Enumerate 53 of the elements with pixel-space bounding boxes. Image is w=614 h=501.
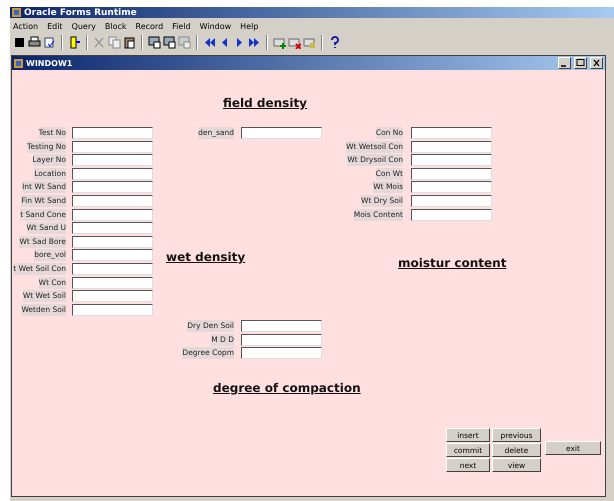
window-icon: [14, 58, 23, 68]
input-field[interactable]: [72, 208, 153, 221]
menu-item[interactable]: Action: [13, 22, 38, 30]
input-field[interactable]: [72, 140, 153, 153]
menu-item[interactable]: Field: [172, 22, 191, 30]
section-heading: moistur content: [398, 256, 506, 270]
document-check-icon[interactable]: [43, 36, 56, 49]
last-record-icon[interactable]: [248, 36, 261, 49]
input-field[interactable]: [72, 236, 153, 248]
menu-item[interactable]: Block: [104, 22, 127, 30]
menu-item[interactable]: Record: [136, 22, 164, 30]
input-field[interactable]: [72, 304, 153, 316]
exit-door-icon[interactable]: [68, 36, 81, 49]
input-field[interactable]: [72, 168, 153, 180]
minimize-button[interactable]: [558, 57, 571, 69]
insert-record-icon[interactable]: [273, 36, 286, 49]
input-field[interactable]: [72, 154, 153, 166]
input-field[interactable]: [72, 262, 153, 275]
input-field[interactable]: [241, 320, 322, 332]
input-field[interactable]: [241, 334, 322, 346]
input-field[interactable]: [72, 290, 153, 302]
help-icon[interactable]: [328, 36, 341, 49]
section-heading: wet density: [166, 250, 246, 264]
input-field[interactable]: [72, 127, 153, 139]
input-field[interactable]: [72, 276, 153, 289]
menu-item[interactable]: Edit: [47, 22, 63, 30]
printer-icon[interactable]: [28, 36, 41, 49]
input-field[interactable]: [72, 249, 153, 262]
input-field[interactable]: [411, 194, 492, 207]
input-field[interactable]: [411, 140, 492, 153]
section-heading: degree of compaction: [213, 381, 361, 395]
menu-item[interactable]: Query: [72, 22, 96, 30]
input-field[interactable]: [411, 168, 492, 180]
close-button[interactable]: [590, 57, 603, 69]
input-field[interactable]: [411, 154, 492, 166]
menu-item[interactable]: Help: [240, 22, 258, 30]
window-title: WINDOW1: [26, 58, 74, 68]
delete-record-icon[interactable]: [288, 36, 301, 49]
input-field[interactable]: [411, 127, 492, 139]
input-field[interactable]: [72, 194, 153, 207]
maximize-button[interactable]: [574, 57, 587, 69]
first-record-icon[interactable]: [203, 36, 216, 49]
input-field[interactable]: [72, 181, 153, 194]
input-field[interactable]: [411, 208, 492, 221]
app-icon: [12, 8, 21, 17]
clipboard-icon[interactable]: [123, 36, 136, 49]
section-heading: field density: [223, 96, 307, 110]
input-field[interactable]: [241, 127, 322, 139]
app-title: Oracle Forms Runtime: [24, 8, 137, 18]
input-field[interactable]: [72, 222, 153, 234]
menu-item[interactable]: Window: [200, 22, 232, 30]
input-field[interactable]: [411, 181, 492, 194]
input-field[interactable]: [241, 347, 322, 360]
